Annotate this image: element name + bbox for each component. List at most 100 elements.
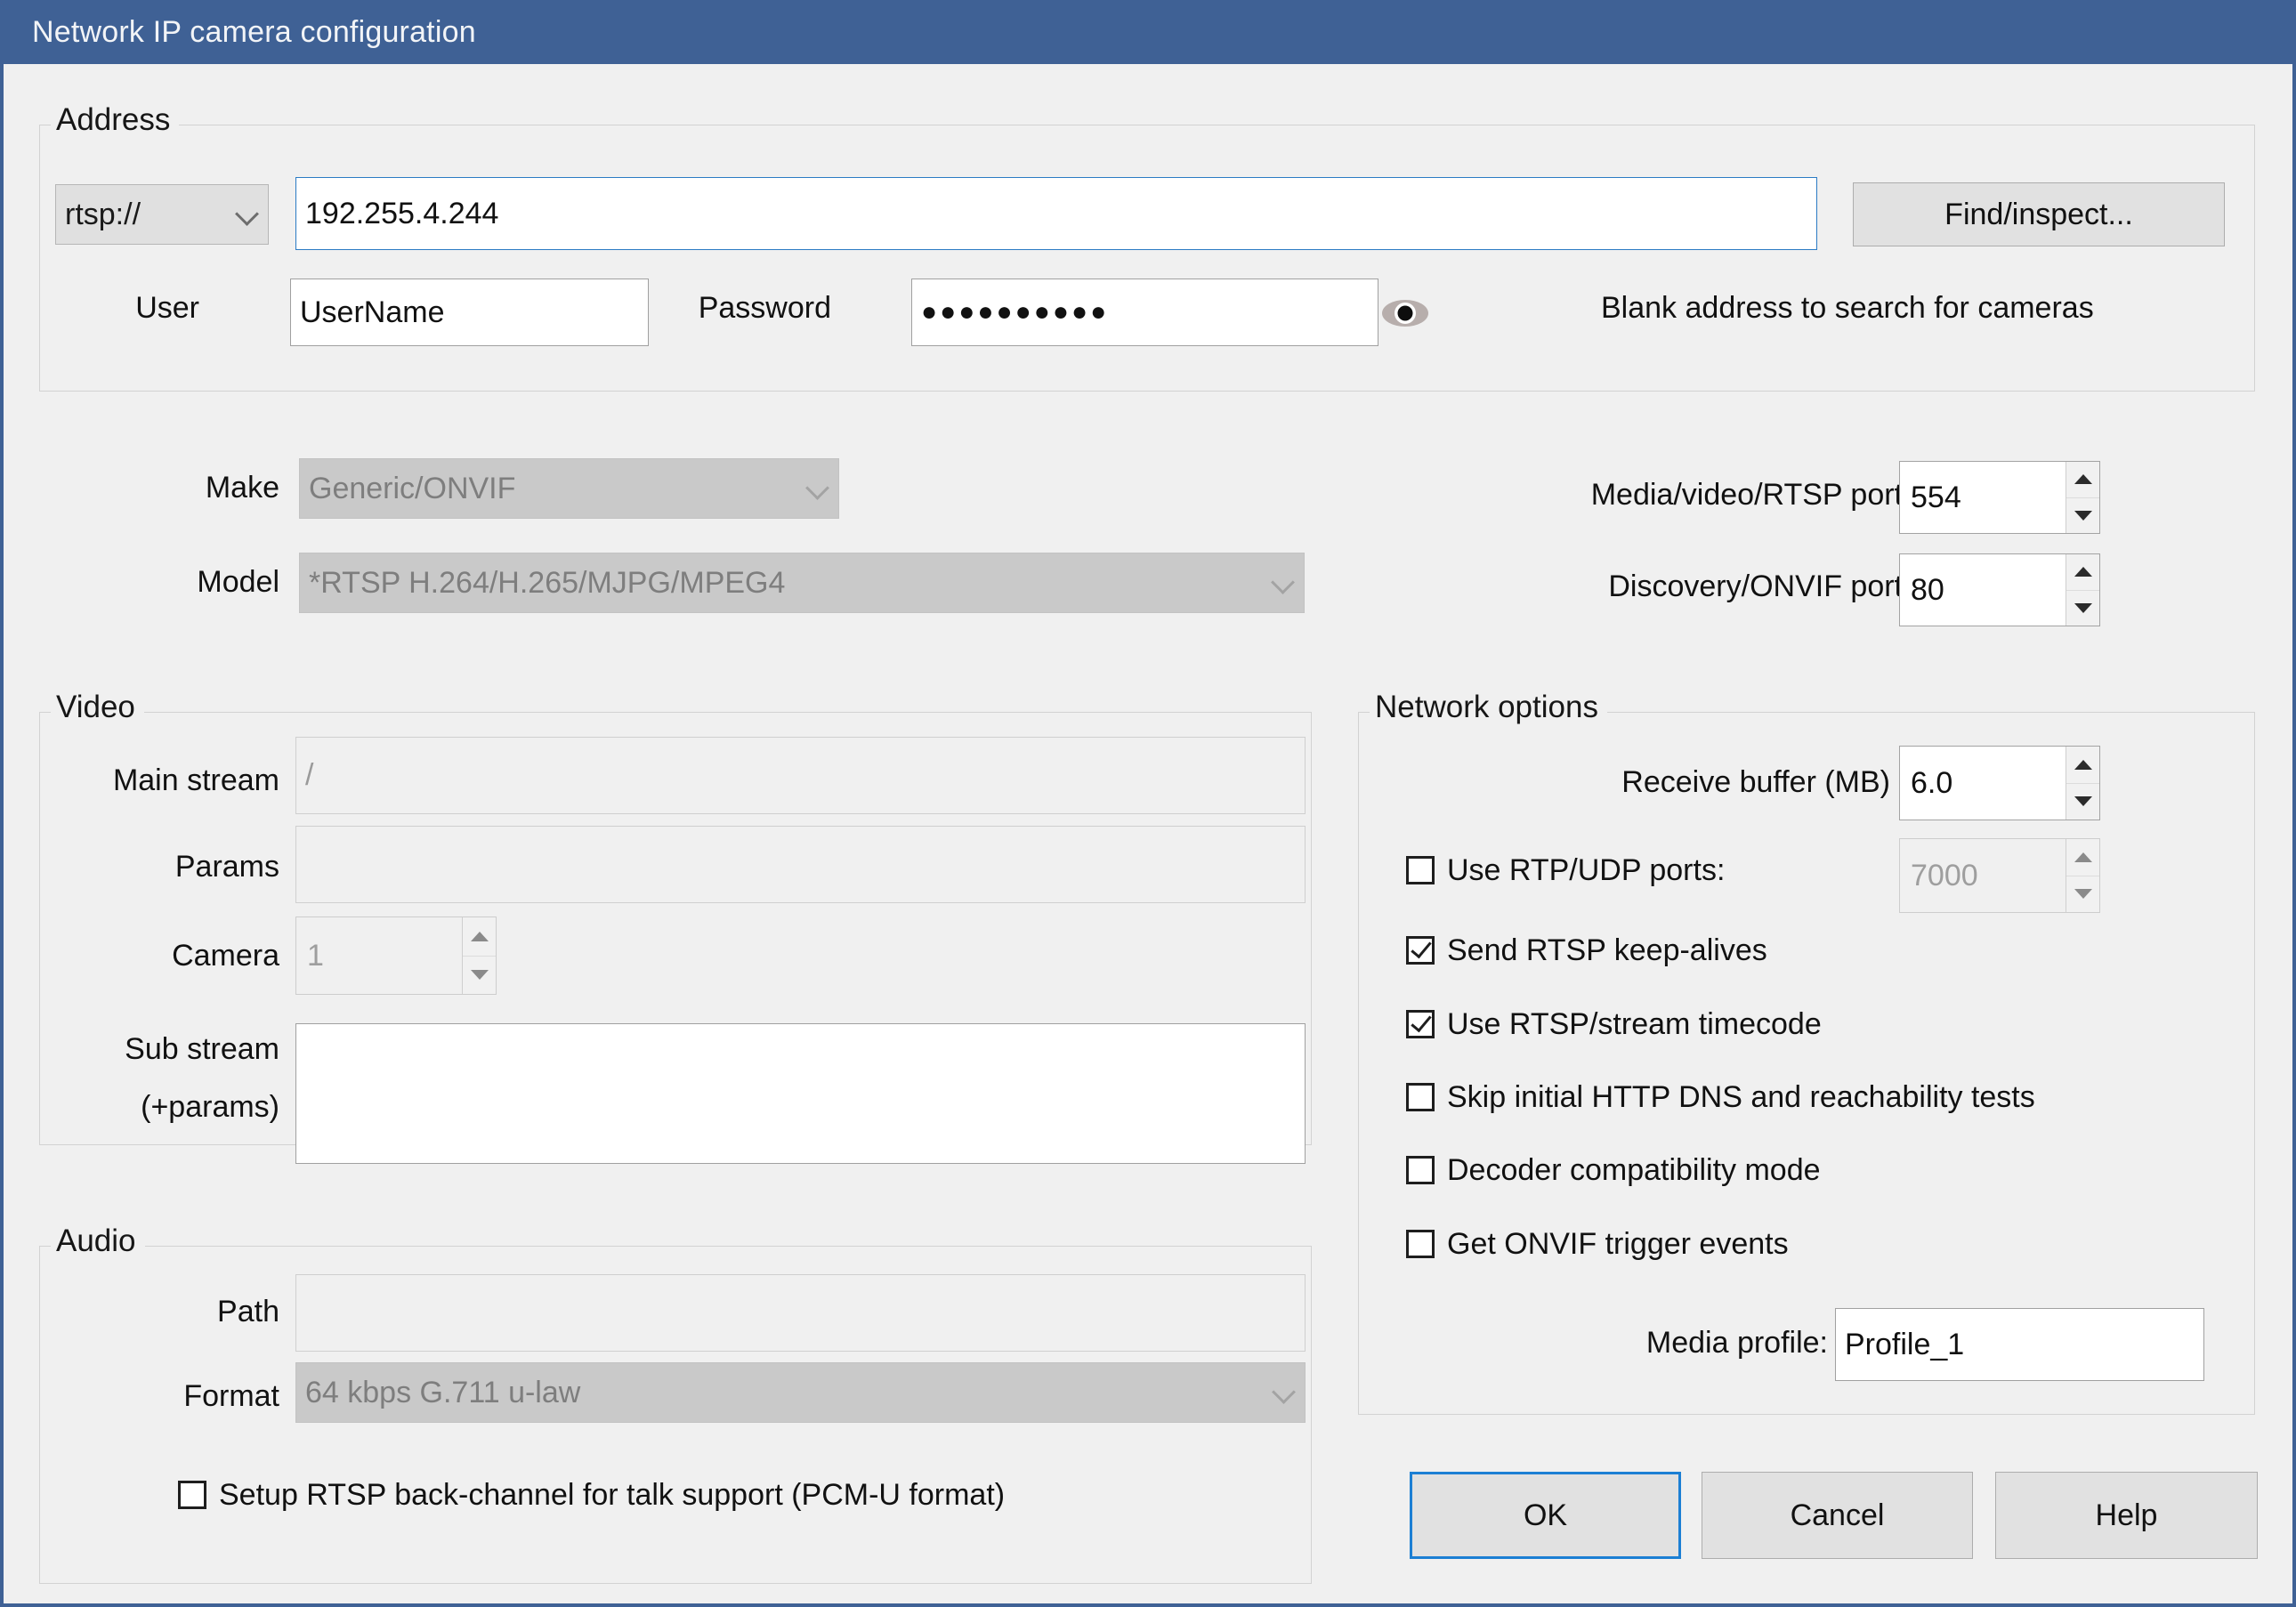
use-rtsp-stream-timecode-label: Use RTSP/stream timecode — [1447, 1006, 1822, 1041]
address-group: Address — [39, 102, 2255, 392]
receive-buffer-stepper[interactable] — [2066, 747, 2099, 820]
backchannel-checkbox-row[interactable]: Setup RTSP back-channel for talk support… — [178, 1474, 1005, 1515]
find-inspect-button[interactable]: Find/inspect... — [1853, 182, 2225, 246]
option-row-send-rtsp-keep-alives[interactable]: Send RTSP keep-alives — [1406, 930, 1767, 971]
camera-value: 1 — [307, 938, 324, 973]
decoder-compatibility-mode-checkbox[interactable] — [1406, 1156, 1435, 1184]
find-inspect-label: Find/inspect... — [1944, 197, 2133, 231]
model-combo-value: *RTSP H.264/H.265/MJPG/MPEG4 — [309, 565, 786, 600]
option-row-skip-initial-http-dns[interactable]: Skip initial HTTP DNS and reachability t… — [1406, 1077, 2035, 1118]
address-input[interactable]: 192.255.4.244 — [295, 177, 1817, 250]
audio-format-label: Format — [183, 1378, 279, 1413]
arrow-up-icon — [2074, 474, 2092, 485]
scheme-combo[interactable]: rtsp:// — [55, 184, 269, 245]
decoder-compatibility-mode-label: Decoder compatibility mode — [1447, 1152, 1821, 1187]
discovery-port-stepper[interactable] — [2066, 554, 2099, 626]
make-label: Make — [205, 470, 279, 505]
ok-label: OK — [1523, 1498, 1568, 1532]
sub-stream-label-line2: (+params) — [141, 1089, 279, 1124]
receive-buffer-spinner[interactable]: 6.0 — [1899, 746, 2100, 820]
arrow-down-icon — [2074, 510, 2092, 521]
model-combo[interactable]: *RTSP H.264/H.265/MJPG/MPEG4 — [299, 553, 1305, 613]
main-stream-input[interactable]: / — [295, 737, 1306, 814]
password-label: Password — [698, 290, 831, 325]
params-label: Params — [174, 849, 279, 884]
network-ip-camera-configuration-dialog: Network IP camera configuration Address … — [0, 0, 2296, 1607]
cancel-label: Cancel — [1790, 1498, 1885, 1532]
arrow-down-icon — [2074, 889, 2092, 900]
sub-stream-label-line1: Sub stream — [125, 1031, 279, 1066]
send-rtsp-keep-alives-checkbox[interactable] — [1406, 936, 1435, 965]
get-onvif-trigger-events-checkbox[interactable] — [1406, 1230, 1435, 1258]
main-stream-value: / — [305, 758, 314, 792]
receive-buffer-label: Receive buffer (MB) — [1621, 764, 1890, 799]
media-port-increment[interactable] — [2066, 462, 2099, 498]
help-label: Help — [2095, 1498, 2158, 1532]
chevron-down-icon — [806, 477, 829, 500]
sub-stream-input[interactable] — [295, 1023, 1306, 1164]
main-stream-label: Main stream — [112, 763, 279, 797]
user-input[interactable]: UserName — [290, 279, 649, 346]
send-rtsp-keep-alives-label: Send RTSP keep-alives — [1447, 933, 1767, 967]
discovery-port-spinner[interactable]: 80 — [1899, 553, 2100, 626]
chevron-down-icon — [1273, 1381, 1296, 1404]
receive-buffer-increment[interactable] — [2066, 747, 2099, 784]
get-onvif-trigger-events-label: Get ONVIF trigger events — [1447, 1226, 1789, 1261]
camera-increment[interactable] — [463, 917, 496, 957]
receive-buffer-decrement[interactable] — [2066, 784, 2099, 820]
media-profile-input[interactable]: Profile_1 — [1835, 1308, 2204, 1381]
audio-group-title: Audio — [51, 1223, 145, 1259]
camera-stepper[interactable] — [462, 917, 496, 994]
camera-decrement[interactable] — [463, 957, 496, 995]
title-bar: Network IP camera configuration — [4, 0, 2292, 64]
receive-buffer-value: 6.0 — [1911, 765, 1953, 800]
password-input[interactable]: ●●●●●●●●●● — [911, 279, 1378, 346]
cancel-button[interactable]: Cancel — [1702, 1472, 1973, 1559]
user-label: User — [135, 290, 199, 325]
password-input-value: ●●●●●●●●●● — [921, 297, 1110, 327]
params-input[interactable] — [295, 826, 1306, 903]
discovery-port-value: 80 — [1911, 572, 1944, 607]
use-rtp-udp-ports-checkbox[interactable] — [1406, 856, 1435, 884]
camera-spinner[interactable]: 1 — [295, 917, 497, 995]
backchannel-checkbox[interactable] — [178, 1481, 206, 1509]
udp-port-stepper[interactable] — [2066, 839, 2099, 912]
udp-port-value: 7000 — [1911, 858, 1978, 892]
udp-port-increment[interactable] — [2066, 839, 2099, 876]
media-port-stepper[interactable] — [2066, 462, 2099, 533]
eye-icon[interactable] — [1381, 294, 1429, 333]
address-input-value: 192.255.4.244 — [305, 196, 499, 230]
option-row-get-onvif-trigger-events[interactable]: Get ONVIF trigger events — [1406, 1223, 1789, 1264]
make-combo-value: Generic/ONVIF — [309, 471, 516, 505]
audio-format-value: 64 kbps G.711 u-law — [305, 1375, 581, 1409]
arrow-down-icon — [2074, 602, 2092, 613]
media-profile-value: Profile_1 — [1845, 1327, 1965, 1361]
audio-path-label: Path — [217, 1294, 279, 1328]
option-row-use-rtsp-stream-timecode[interactable]: Use RTSP/stream timecode — [1406, 1004, 1822, 1045]
udp-port-spinner[interactable]: 7000 — [1899, 838, 2100, 913]
media-port-value: 554 — [1911, 480, 1961, 514]
discovery-port-decrement[interactable] — [2066, 591, 2099, 626]
make-combo[interactable]: Generic/ONVIF — [299, 458, 839, 519]
udp-port-decrement[interactable] — [2066, 876, 2099, 913]
help-button[interactable]: Help — [1995, 1472, 2258, 1559]
ok-button[interactable]: OK — [1410, 1472, 1681, 1559]
arrow-up-icon — [470, 931, 489, 941]
audio-format-combo[interactable]: 64 kbps G.711 u-law — [295, 1362, 1306, 1423]
media-port-decrement[interactable] — [2066, 498, 2099, 534]
camera-label: Camera — [172, 938, 279, 973]
discovery-port-increment[interactable] — [2066, 554, 2099, 591]
skip-initial-http-dns-label: Skip initial HTTP DNS and reachability t… — [1447, 1079, 2035, 1114]
option-row-use-rtp-udp-ports[interactable]: Use RTP/UDP ports: — [1406, 850, 1725, 891]
arrow-up-icon — [2074, 759, 2092, 770]
audio-path-input[interactable] — [295, 1274, 1306, 1352]
backchannel-label: Setup RTSP back-channel for talk support… — [219, 1477, 1006, 1512]
media-port-spinner[interactable]: 554 — [1899, 461, 2100, 534]
option-row-decoder-compatibility-mode[interactable]: Decoder compatibility mode — [1406, 1150, 1821, 1191]
eye-icon-svg — [1382, 300, 1428, 327]
window-title: Network IP camera configuration — [32, 14, 476, 49]
scheme-combo-value: rtsp:// — [65, 197, 141, 231]
skip-initial-http-dns-checkbox[interactable] — [1406, 1083, 1435, 1111]
use-rtsp-stream-timecode-checkbox[interactable] — [1406, 1010, 1435, 1038]
address-hint: Blank address to search for cameras — [1601, 290, 2094, 325]
